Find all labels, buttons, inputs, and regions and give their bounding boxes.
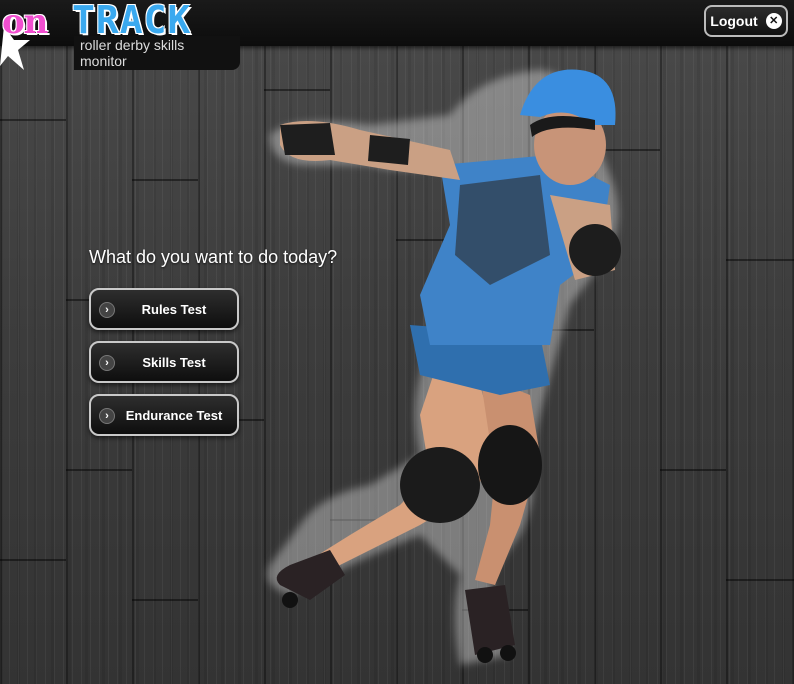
chevron-right-icon: › (99, 408, 115, 424)
endurance-test-button[interactable]: › Endurance Test (89, 394, 239, 436)
logo-on-text: on (2, 2, 48, 42)
skills-test-button[interactable]: › Skills Test (89, 341, 239, 383)
roller-derby-skater-image (267, 69, 621, 665)
rules-test-button[interactable]: › Rules Test (89, 288, 239, 330)
chevron-right-icon: › (99, 355, 115, 371)
page-prompt: What do you want to do today? (89, 247, 338, 267)
ontrack-logo: on TRACK roller derby skills monitor (0, 0, 240, 80)
logo-subtitle: roller derby skills monitor (74, 36, 240, 70)
logout-button[interactable]: Logout ✕ (704, 5, 788, 37)
skills-test-label: Skills Test (142, 354, 206, 370)
logout-label: Logout (710, 13, 758, 29)
endurance-test-label: Endurance Test (125, 407, 223, 423)
chevron-right-icon: › (99, 302, 115, 318)
close-icon: ✕ (765, 13, 782, 29)
rules-test-label: Rules Test (141, 301, 207, 317)
